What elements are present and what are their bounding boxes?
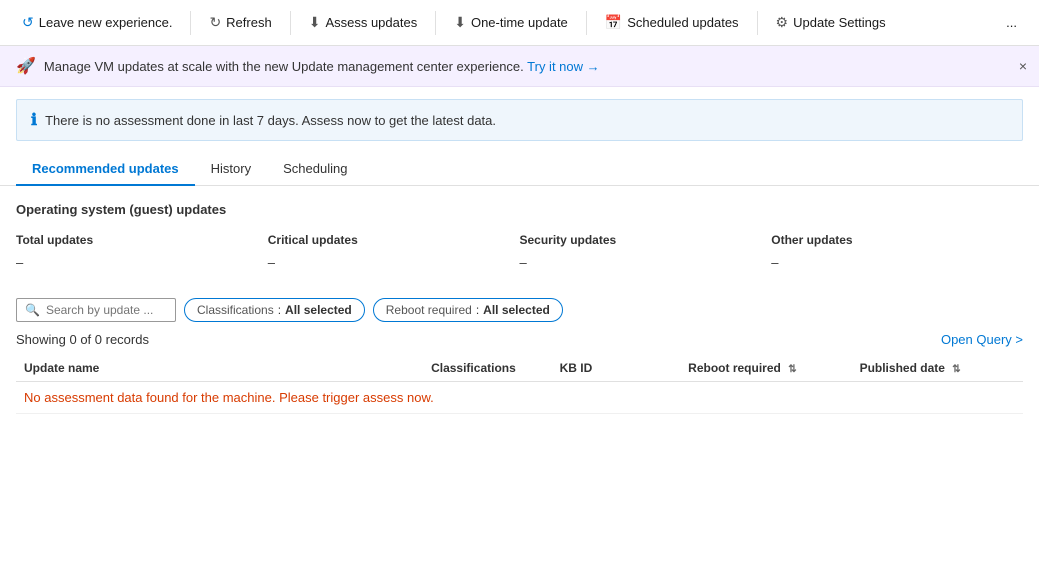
col-header-kb-id: KB ID <box>552 355 681 382</box>
search-input[interactable] <box>46 303 167 317</box>
no-data-row: No assessment data found for the machine… <box>16 382 1023 414</box>
classifications-filter[interactable]: Classifications : All selected <box>184 298 365 322</box>
total-updates-value: – <box>16 255 268 270</box>
rocket-icon: 🚀 <box>16 56 36 76</box>
close-banner-button[interactable]: × <box>1019 58 1027 74</box>
col-header-classifications: Classifications <box>423 355 552 382</box>
purple-banner: 🚀 Manage VM updates at scale with the ne… <box>0 46 1039 87</box>
reboot-required-filter[interactable]: Reboot required : All selected <box>373 298 563 322</box>
other-updates-cell: Other updates – <box>771 229 1023 274</box>
classifications-separator: : <box>278 303 281 317</box>
other-updates-label: Other updates <box>771 233 1023 247</box>
col-header-update-name: Update name <box>16 355 423 382</box>
filter-row: 🔍 Classifications : All selected Reboot … <box>16 298 1023 322</box>
security-updates-label: Security updates <box>520 233 772 247</box>
tab-recommended-updates[interactable]: Recommended updates <box>16 153 195 186</box>
onetime-icon: ⬇ <box>454 14 466 31</box>
reboot-value: All selected <box>483 303 550 317</box>
onetime-update-button[interactable]: ⬇ One-time update <box>444 8 578 37</box>
search-box[interactable]: 🔍 <box>16 298 176 322</box>
tab-history[interactable]: History <box>195 153 267 186</box>
no-data-message: No assessment data found for the machine… <box>16 382 1023 414</box>
info-icon: ℹ <box>31 110 37 130</box>
security-updates-cell: Security updates – <box>520 229 772 274</box>
leave-experience-button[interactable]: ↺ Leave new experience. <box>12 8 182 37</box>
tab-scheduling[interactable]: Scheduling <box>267 153 363 186</box>
records-row: Showing 0 of 0 records Open Query > <box>16 332 1023 347</box>
assess-updates-button[interactable]: ⬇ Assess updates <box>299 8 428 37</box>
reboot-sort-icon: ⇅ <box>788 364 796 375</box>
refresh-button[interactable]: ↻ Refresh <box>199 8 281 37</box>
divider-1 <box>190 11 191 35</box>
security-updates-value: – <box>520 255 772 270</box>
tabs: Recommended updates History Scheduling <box>0 153 1039 186</box>
toolbar: ↺ Leave new experience. ↻ Refresh ⬇ Asse… <box>0 0 1039 46</box>
refresh-icon: ↻ <box>209 14 221 31</box>
table-header-row: Update name Classifications KB ID Reboot… <box>16 355 1023 382</box>
divider-5 <box>757 11 758 35</box>
col-header-published-date[interactable]: Published date ⇅ <box>852 355 1023 382</box>
col-header-reboot-required[interactable]: Reboot required ⇅ <box>680 355 851 382</box>
search-icon: 🔍 <box>25 303 40 317</box>
scheduled-updates-button[interactable]: 📅 Scheduled updates <box>595 8 749 37</box>
updates-table: Update name Classifications KB ID Reboot… <box>16 355 1023 414</box>
open-query-link[interactable]: Open Query > <box>941 332 1023 347</box>
divider-4 <box>586 11 587 35</box>
os-section-title: Operating system (guest) updates <box>16 202 1023 217</box>
calendar-icon: 📅 <box>605 14 622 31</box>
updates-grid: Total updates – Critical updates – Secur… <box>16 229 1023 274</box>
banner-purple-text: Manage VM updates at scale with the new … <box>44 59 600 74</box>
divider-2 <box>290 11 291 35</box>
assess-icon: ⬇ <box>309 14 321 31</box>
total-updates-label: Total updates <box>16 233 268 247</box>
published-sort-icon: ⇅ <box>952 364 960 375</box>
info-banner: ℹ There is no assessment done in last 7 … <box>16 99 1023 141</box>
leave-icon: ↺ <box>22 14 34 31</box>
critical-updates-value: – <box>268 255 520 270</box>
more-button[interactable]: ... <box>996 9 1027 36</box>
main-content: Operating system (guest) updates Total u… <box>0 186 1039 430</box>
total-updates-cell: Total updates – <box>16 229 268 274</box>
other-updates-value: – <box>771 255 1023 270</box>
classifications-label: Classifications <box>197 303 274 317</box>
gear-icon: ⚙ <box>776 14 789 31</box>
info-banner-text: There is no assessment done in last 7 da… <box>45 113 496 128</box>
reboot-separator: : <box>476 303 479 317</box>
try-now-link[interactable]: Try it now → <box>527 59 599 74</box>
classifications-value: All selected <box>285 303 352 317</box>
records-count: Showing 0 of 0 records <box>16 332 149 347</box>
update-settings-button[interactable]: ⚙ Update Settings <box>766 8 896 37</box>
reboot-label: Reboot required <box>386 303 472 317</box>
critical-updates-label: Critical updates <box>268 233 520 247</box>
divider-3 <box>435 11 436 35</box>
critical-updates-cell: Critical updates – <box>268 229 520 274</box>
